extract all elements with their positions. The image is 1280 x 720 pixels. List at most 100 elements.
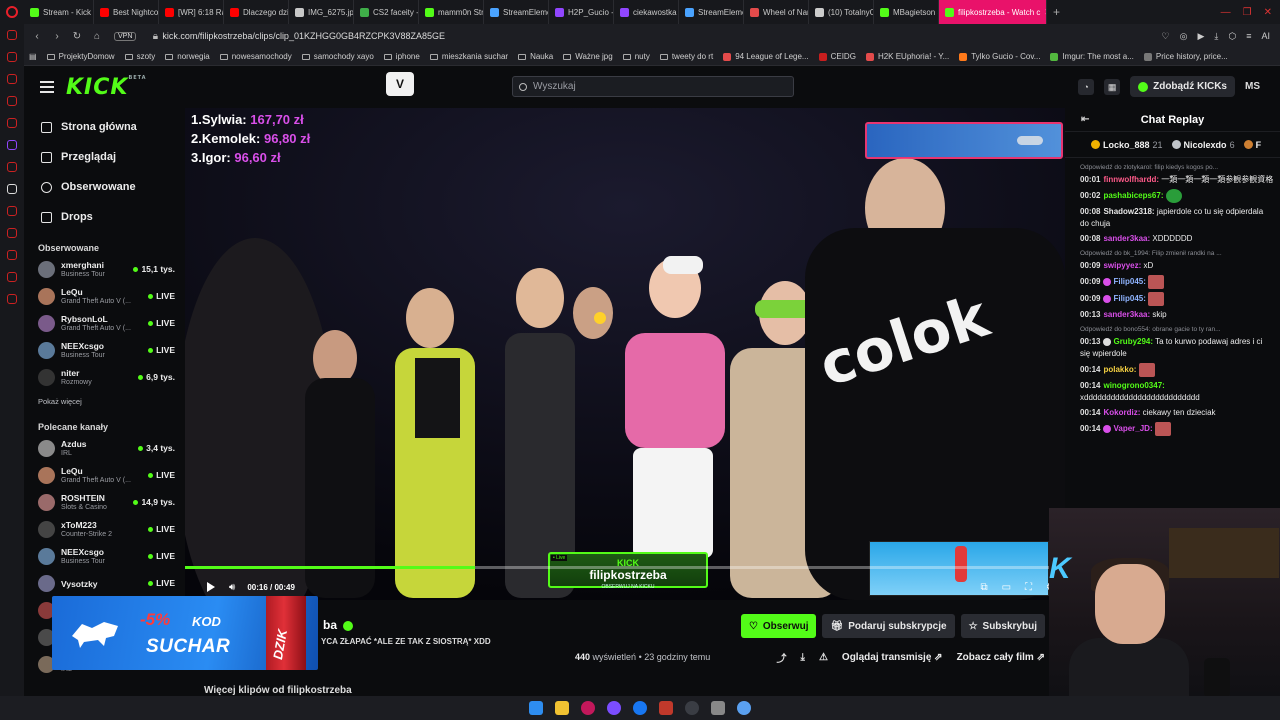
sidebar-app-icon[interactable] (7, 140, 17, 150)
bookmark-item[interactable]: norwegia (160, 52, 214, 61)
nav-item-1[interactable]: Strona główna (24, 112, 185, 142)
browser-tab[interactable]: StreamEleme (484, 0, 549, 24)
sidebar-app-icon[interactable] (7, 118, 17, 128)
bookmarks-menu-icon[interactable]: ▤ (24, 52, 42, 61)
message-username[interactable]: Vaper_JD: (1113, 424, 1152, 433)
sidebar-app-icon[interactable] (7, 184, 17, 194)
sidebar-app-icon[interactable] (7, 74, 17, 84)
bookmark-item[interactable]: CEIDG (814, 52, 861, 61)
chat-message[interactable]: Odpowiedź do bono554: obrane gacie to ty… (1080, 324, 1274, 360)
message-username[interactable]: swipyyez: (1103, 261, 1141, 270)
message-username[interactable]: pashabiceps67: (1103, 191, 1163, 200)
vpn-badge[interactable]: VPN (114, 31, 137, 41)
back-icon[interactable]: ‹ (30, 31, 44, 42)
browser-tab[interactable]: Best Nightcor (94, 0, 159, 24)
camera-icon[interactable]: ◎ (1180, 31, 1188, 42)
nav-item-4[interactable]: Drops (24, 202, 185, 232)
user-avatar[interactable]: MS (1245, 81, 1260, 92)
top-gifter[interactable]: Locko_888 21 (1091, 140, 1163, 150)
notepad-icon[interactable] (711, 701, 725, 715)
shield-icon[interactable] (659, 701, 673, 715)
browser-tab[interactable]: StreamEleme (679, 0, 744, 24)
message-username[interactable]: Filip045: (1113, 277, 1145, 286)
bookmark-item[interactable]: ProjektyDomow (42, 52, 120, 61)
message-username[interactable]: finnwolfhardd: (1103, 175, 1159, 184)
chat-message[interactable]: Odpowiedź do zlotykarol: filip kiedys ko… (1080, 162, 1274, 186)
chat-message[interactable]: 00:09 Filip045: (1080, 275, 1274, 289)
nav-item-3[interactable]: Obserwowane (24, 172, 185, 202)
url-field[interactable]: kick.com/filipkostrzeba/clips/clip_01KZH… (162, 31, 1161, 41)
browser-tab[interactable]: H2P_Gucio - (549, 0, 614, 24)
share-icon[interactable]: ⤴ (777, 650, 787, 665)
sidebar-app-icon[interactable] (7, 228, 17, 238)
video-player[interactable]: colok 1.Sylwia: 167,70 zł 2.Kemolek: 96,8… (185, 108, 1065, 600)
download-icon[interactable]: ⤓ (801, 652, 805, 663)
bookmark-item[interactable]: nuty (618, 52, 655, 61)
messenger-icon[interactable] (607, 701, 621, 715)
chat-message[interactable]: Odpowiedź do bk_1994: Filip zmienił rand… (1080, 248, 1274, 272)
browser-tab[interactable]: filipkostrzeba - Watch c✕ (939, 0, 1047, 24)
close-window-icon[interactable]: ✕ (1264, 7, 1272, 18)
player-icon[interactable]: ▶ (1197, 31, 1204, 42)
collapse-chat-icon[interactable]: ⇤ (1081, 114, 1089, 125)
watch-stream-link[interactable]: Oglądaj transmisję ⇗ (842, 652, 943, 663)
dashboard-icon[interactable]: ▦ (1104, 78, 1121, 95)
top-gifter[interactable]: F (1243, 140, 1265, 150)
extensions-icon[interactable]: ⬡ (1228, 31, 1236, 42)
chat-message[interactable]: 00:08 sander3kaa: XDDDDDD (1080, 233, 1274, 245)
follow-button[interactable]: ♡ Obserwuj (740, 614, 817, 638)
fullscreen-icon[interactable]: ⛶ (1025, 582, 1032, 593)
sidebar-app-icon[interactable] (7, 30, 17, 40)
hamburger-menu-icon[interactable] (40, 81, 54, 93)
browser-tab[interactable]: Dlaczego dzi (224, 0, 289, 24)
report-icon[interactable]: ⚠ (819, 652, 828, 663)
sponsor-ad-banner[interactable]: -5% KOD SUCHAR DZIK (52, 596, 318, 670)
chat-message[interactable]: 00:13 sander3kaa: skip (1080, 309, 1274, 321)
menu-icon[interactable]: ≡ (1246, 31, 1251, 42)
show-more-link[interactable]: Pokaż więcej (24, 391, 185, 411)
forward-icon[interactable]: › (50, 31, 64, 42)
bookmark-item[interactable]: samochody xayo (297, 52, 379, 61)
bookmark-item[interactable]: Imgur: The most a... (1045, 52, 1138, 61)
chat-message[interactable]: 00:09 Filip045: (1080, 292, 1274, 306)
channel-item[interactable]: NEEXcsgo Business Tour LIVE (24, 337, 185, 364)
bookmark-item[interactable]: Ważne jpg (558, 52, 618, 61)
chat-message[interactable]: 00:14 polakko: (1080, 363, 1274, 377)
maximize-icon[interactable]: ❐ (1243, 7, 1252, 18)
subscribe-button[interactable]: ☆ Subskrybuj (960, 614, 1045, 638)
volume-icon[interactable]: 🔊︎ (229, 582, 235, 593)
channel-item[interactable]: Azdus IRL 3,4 tys. (24, 435, 185, 462)
pip-icon[interactable]: ⧉ (980, 582, 987, 593)
message-username[interactable]: sander3kaa: (1103, 310, 1150, 319)
channel-item[interactable]: LeQu Grand Theft Auto V (... LIVE (24, 283, 185, 310)
bookmark-item[interactable]: tweety do rt (655, 52, 718, 61)
browser-tab[interactable]: mamm0n Stre (419, 0, 484, 24)
channel-name[interactable]: ba (323, 618, 354, 632)
channel-item[interactable]: ROSHTEIN Slots & Casino 14,9 tys. (24, 489, 185, 516)
channel-item[interactable]: niter Rozmowy 6,9 tys. (24, 364, 185, 391)
bookmark-icon[interactable]: ♡ (1162, 31, 1170, 42)
message-username[interactable]: winogrono0347: (1103, 381, 1164, 390)
browser-tab[interactable]: CS2 faceity - (354, 0, 419, 24)
channel-item[interactable]: Vysotzky LIVE (24, 570, 185, 597)
bookmark-item[interactable]: mieszkania suchar (425, 52, 513, 61)
browser-tab[interactable]: IMG_6275.jpg (289, 0, 354, 24)
browser-tab[interactable]: (10) TotalnyC (809, 0, 874, 24)
kicks-button[interactable]: Zdobądź KICKs (1130, 76, 1235, 97)
reload-icon[interactable]: ↻ (70, 31, 84, 42)
browser-tab[interactable]: MBagietson S (874, 0, 939, 24)
channel-item[interactable]: xmerghani Business Tour 15,1 tys. (24, 256, 185, 283)
ai-button[interactable]: AI (1261, 31, 1270, 42)
new-tab-button[interactable]: + (1047, 5, 1066, 19)
bookmark-item[interactable]: Price history, price... (1139, 52, 1233, 61)
browser-tab[interactable]: [WR] 6:18 Ra (159, 0, 224, 24)
bookmark-item[interactable]: H2K EUphoria! - Y... (861, 52, 954, 61)
nav-item-2[interactable]: Przeglądaj (24, 142, 185, 172)
download-icon[interactable]: ⤓ (1214, 31, 1218, 42)
minimize-icon[interactable]: — (1221, 7, 1231, 18)
kick-logo[interactable]: KICKBETA (66, 75, 147, 100)
bookmark-item[interactable]: nowesamochody (215, 52, 297, 61)
sidebar-app-icon[interactable] (7, 272, 17, 282)
browser-icon[interactable] (737, 701, 751, 715)
message-username[interactable]: Filip045: (1113, 294, 1145, 303)
